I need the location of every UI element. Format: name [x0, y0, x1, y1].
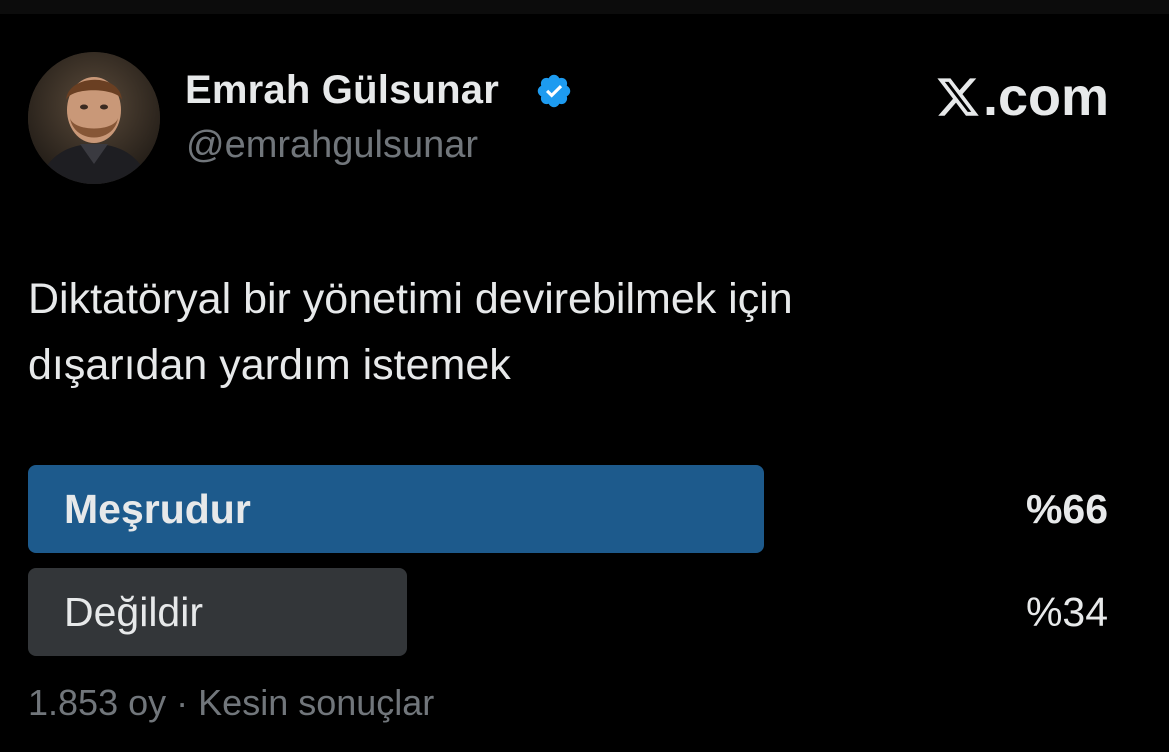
tweet-text-line-2: dışarıdan yardım istemek	[28, 341, 511, 389]
verified-badge-icon	[537, 74, 571, 108]
poll-option-percent: %66	[1025, 486, 1108, 532]
author-handle[interactable]: @emrahgulsunar	[186, 124, 478, 167]
profile-photo	[28, 52, 160, 184]
poll-status: Kesin sonuçlar	[198, 682, 435, 723]
poll-meta: 1.853 oy · Kesin sonuçlar	[28, 682, 434, 724]
brand-suffix: .com	[982, 67, 1109, 127]
window-top-edge	[0, 0, 1169, 14]
poll-option-label: Değildir	[64, 589, 203, 635]
author-display-name[interactable]: Emrah Gülsunar	[185, 68, 499, 113]
tweet-text-line-1: Diktatöryal bir yönetimi devirebilmek iç…	[28, 275, 793, 323]
poll-vote-count: 1.853 oy	[28, 682, 167, 723]
poll-option-label: Meşrudur	[64, 486, 251, 532]
poll-meta-separator: ·	[176, 682, 189, 723]
author-avatar[interactable]	[28, 52, 160, 184]
poll-option-1: Meşrudur %66	[28, 465, 1108, 553]
tweet-text: Diktatöryal bir yönetimi devirebilmek iç…	[28, 266, 1128, 398]
poll-option-2: Değildir %34	[28, 568, 1108, 656]
x-logo-icon	[937, 78, 979, 116]
brand-watermark: .com	[935, 66, 1109, 128]
poll-option-percent: %34	[1025, 589, 1108, 635]
